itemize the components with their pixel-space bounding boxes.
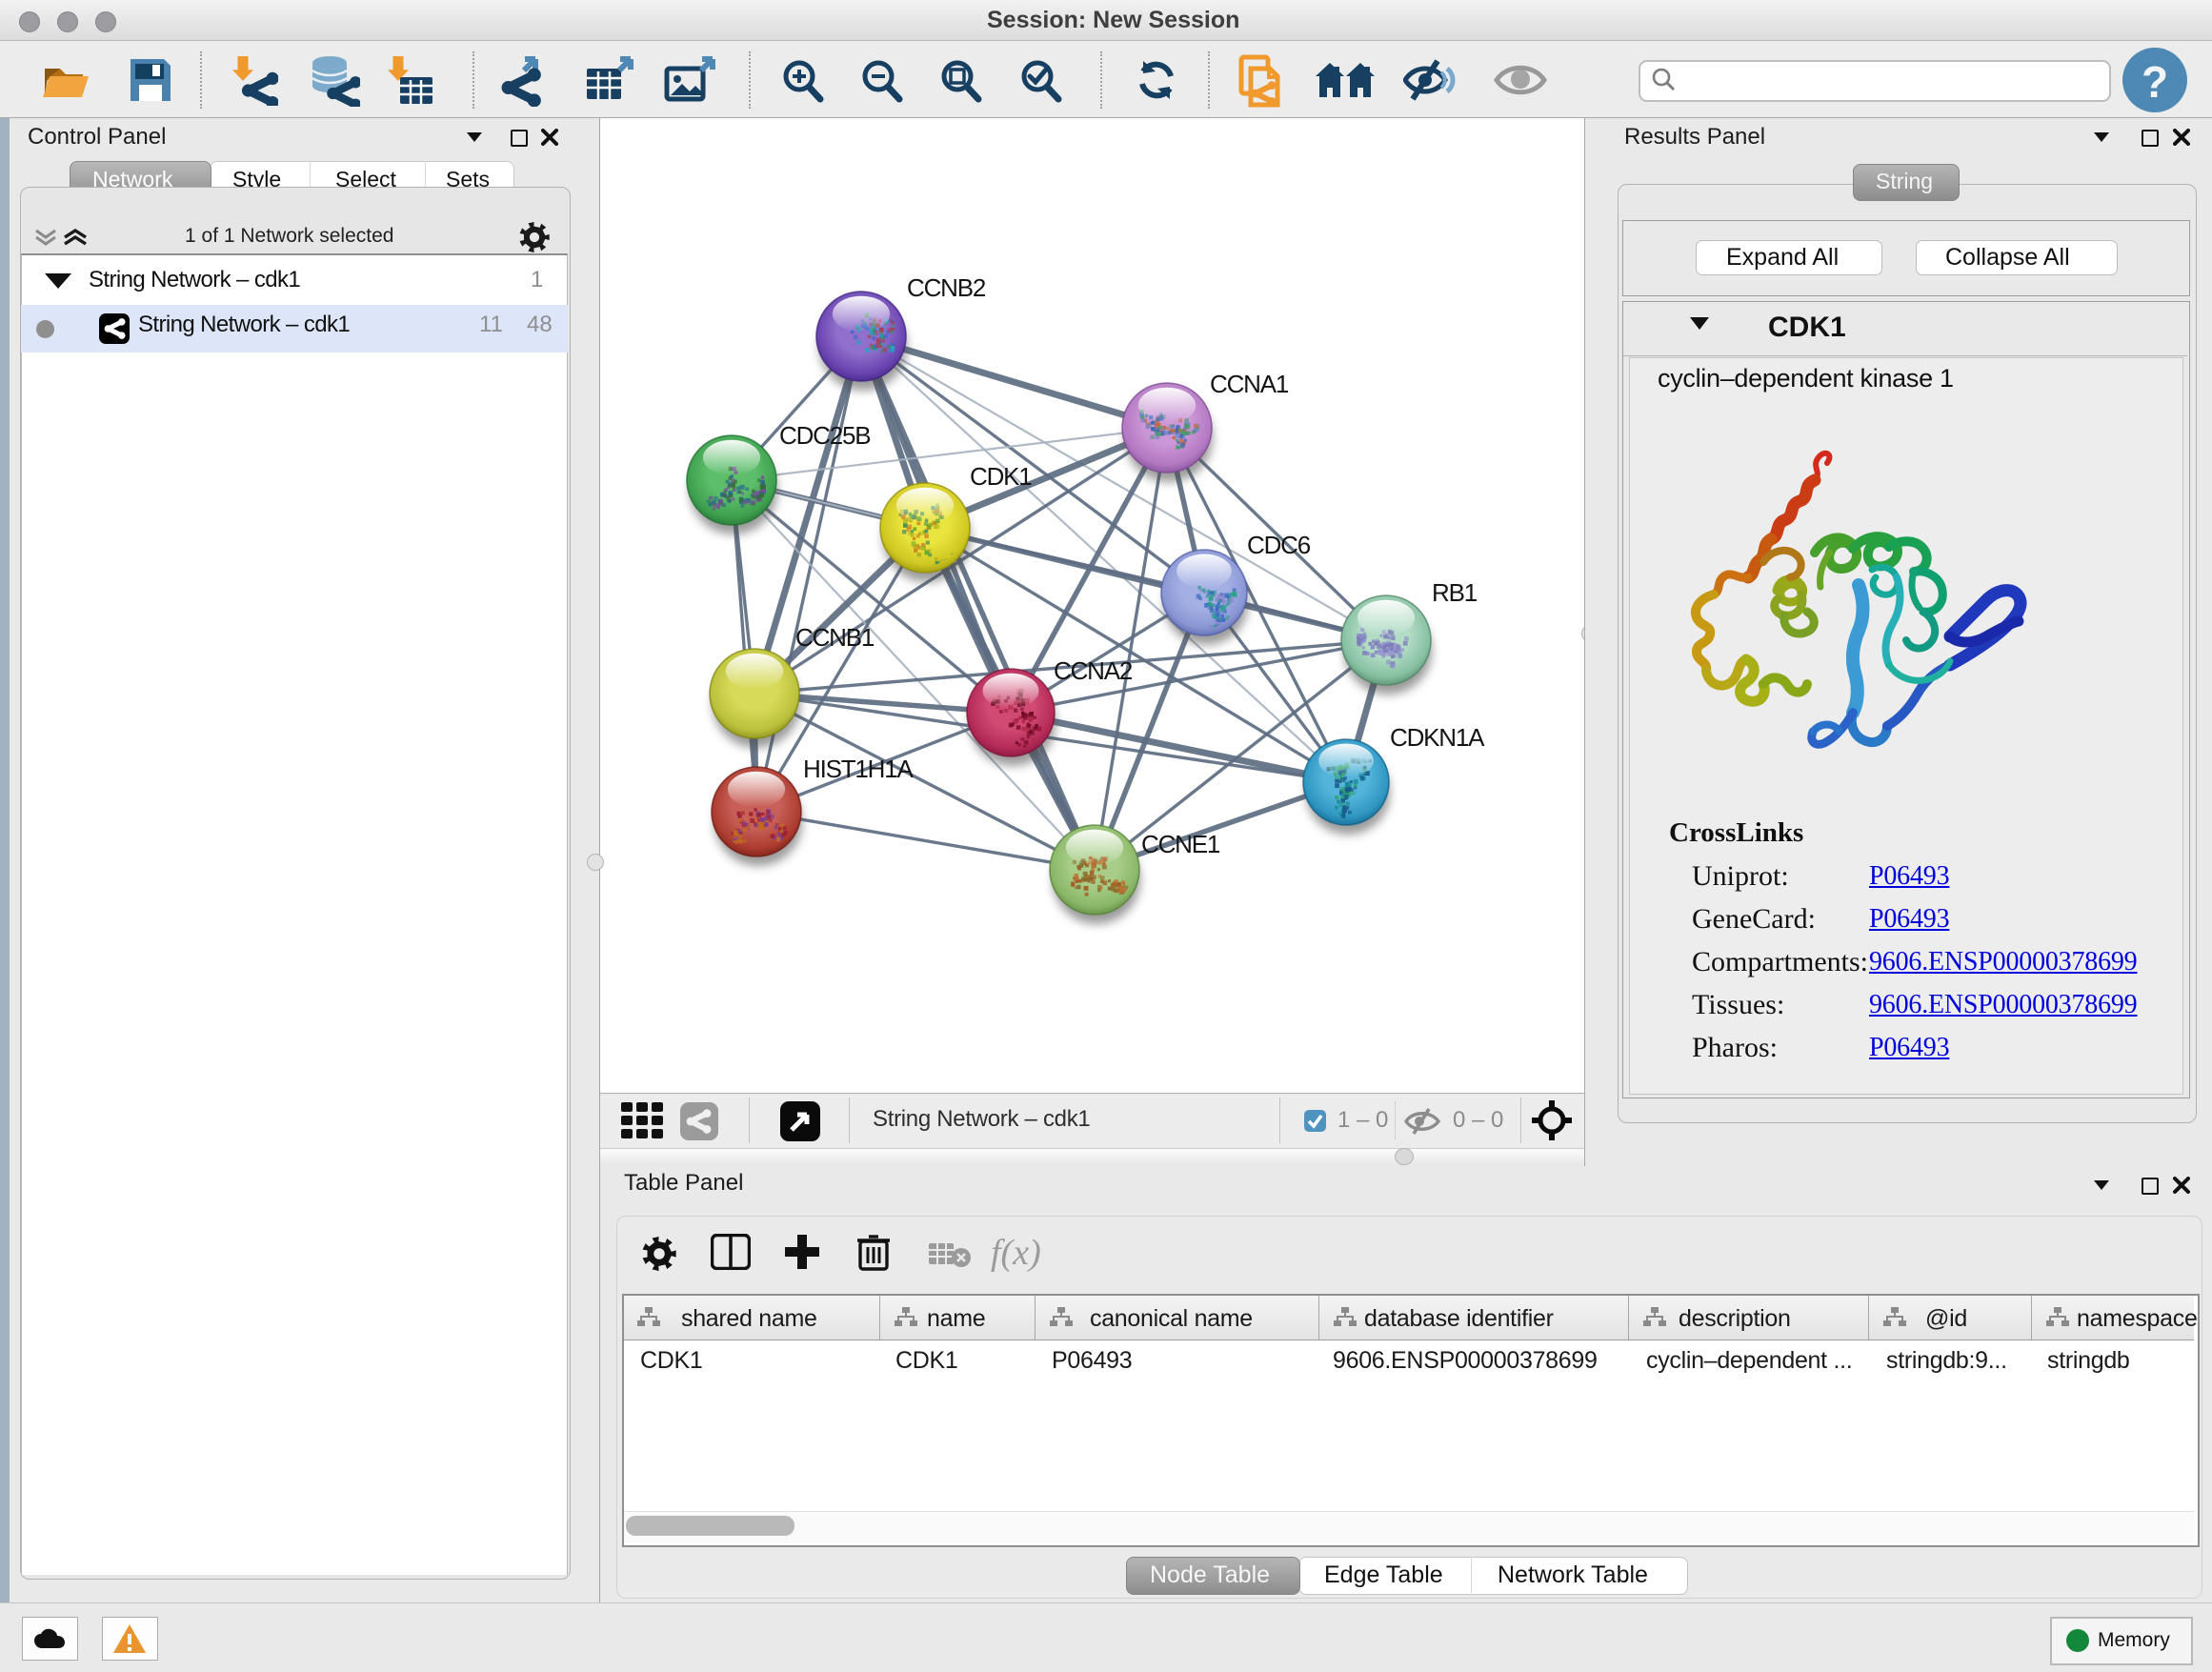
- svg-text:CDC6: CDC6: [1247, 531, 1311, 559]
- svg-text:CCNB2: CCNB2: [907, 273, 986, 302]
- svg-text:CCNA1: CCNA1: [1210, 370, 1289, 398]
- svg-text:CCNA2: CCNA2: [1054, 656, 1133, 685]
- svg-text:HIST1H1A: HIST1H1A: [803, 755, 915, 783]
- svg-text:RB1: RB1: [1432, 578, 1478, 607]
- svg-text:CDC25B: CDC25B: [779, 421, 870, 450]
- svg-text:CCNE1: CCNE1: [1141, 830, 1220, 858]
- svg-text:CDKN1A: CDKN1A: [1390, 723, 1485, 752]
- svg-text:CCNB1: CCNB1: [795, 623, 875, 652]
- svg-text:CDK1: CDK1: [970, 462, 1032, 491]
